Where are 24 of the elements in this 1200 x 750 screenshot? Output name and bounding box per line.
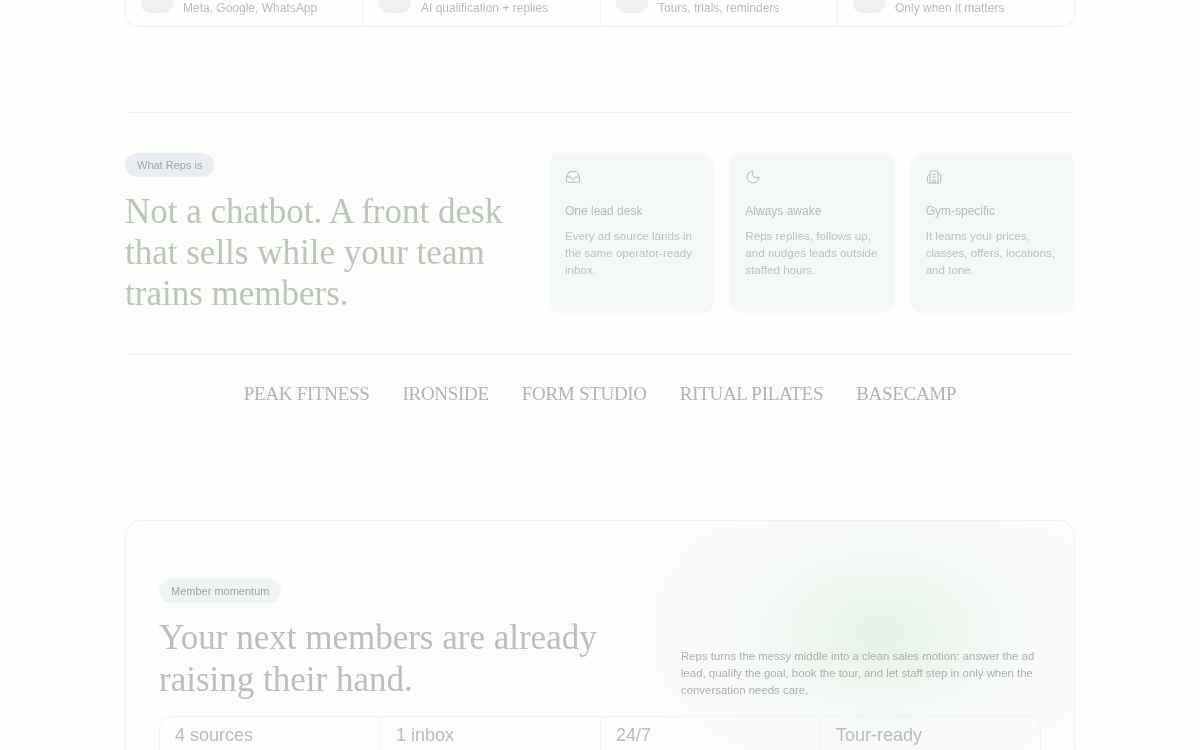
section-badge: What Reps is — [125, 153, 215, 177]
card-title: Always awake — [745, 203, 822, 219]
feature-caption: Meta, Google, WhatsApp — [183, 1, 318, 15]
stat-value: 4 sources — [175, 725, 254, 745]
feature-caption: Tours, trials, reminders — [658, 1, 780, 15]
brand-logo: IRONSIDE — [402, 382, 489, 406]
building-icon — [925, 169, 942, 185]
stat-value: 1 inbox — [396, 725, 455, 745]
moon-icon — [745, 169, 762, 185]
brand-logo: RITUAL PILATES — [679, 382, 824, 406]
stat-value: Tour-ready — [836, 725, 923, 745]
brand-logo: PEAK FITNESS — [243, 382, 370, 406]
feature-caption: Only when it matters — [895, 1, 1005, 15]
section-heading: Not a chatbot. A front desk that sells while your team trains members. — [125, 191, 504, 314]
stat-value: 24/7 — [616, 725, 652, 745]
section-badge: Member momentum — [159, 579, 282, 603]
section-heading: Your next members are already raising their hand. — [159, 617, 598, 701]
inbox-icon — [565, 169, 581, 185]
section-text: Reps turns the messy middle into a clean sales motion: answer the ad lead, qualify the goal, book the tour, and let staff step in only when the conversation needs care. — [681, 649, 1036, 698]
brand-logo: FORM STUDIO — [521, 382, 647, 406]
card-title: Gym-specific — [925, 203, 995, 219]
feature-caption: AI qualification + replies — [421, 1, 549, 15]
card-title: One lead desk — [565, 203, 643, 219]
brand-logo: BASECAMP — [856, 382, 957, 406]
